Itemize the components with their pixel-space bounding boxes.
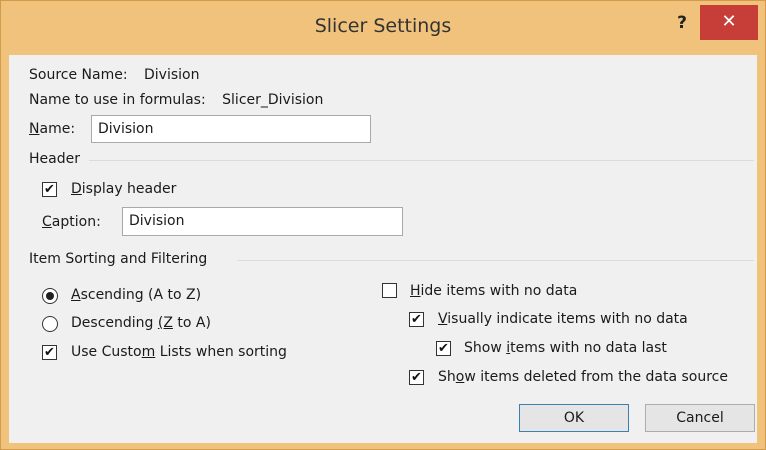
show-last-label: Show items with no data last (464, 340, 667, 356)
help-button[interactable]: ? (668, 11, 696, 35)
dialog-title: Slicer Settings (314, 15, 452, 37)
show-deleted-label: Show items deleted from the data source (438, 369, 728, 385)
ok-button[interactable]: OK (519, 404, 629, 432)
formula-name-row: Name to use in formulas: Slicer_Division (29, 92, 323, 108)
custom-lists-checkbox[interactable]: ✔ (42, 345, 57, 360)
ascending-label: Ascending (A to Z) (71, 287, 202, 303)
display-header-label: Display header (71, 181, 177, 197)
ascending-radio[interactable] (42, 288, 58, 304)
slicer-settings-dialog: Slicer Settings ? ✕ Source Name: Divisio… (0, 0, 766, 450)
header-divider (89, 160, 754, 161)
close-button[interactable]: ✕ (700, 5, 758, 40)
descending-radio[interactable] (42, 316, 58, 332)
formula-name-value: Slicer_Division (222, 92, 324, 108)
descending-label: Descending (Z to A) (71, 315, 211, 331)
formula-name-label: Name to use in formulas: (29, 92, 206, 108)
visually-indicate-checkbox[interactable]: ✔ (409, 312, 424, 327)
custom-lists-label: Use Custom Lists when sorting (71, 344, 287, 360)
cancel-button[interactable]: Cancel (645, 404, 755, 432)
caption-label: Caption: (42, 214, 101, 230)
source-name-label: Source Name: (29, 67, 128, 83)
name-input[interactable]: Division (91, 115, 371, 143)
close-icon: ✕ (721, 11, 737, 32)
hide-no-data-checkbox[interactable] (382, 283, 397, 298)
source-name-row: Source Name: Division (29, 67, 199, 83)
display-header-checkbox[interactable]: ✔ (42, 182, 57, 197)
name-label: Name: (29, 121, 76, 137)
dialog-body: Source Name: Division Name to use in for… (9, 55, 757, 443)
radio-selected-dot (46, 292, 54, 300)
source-name-value: Division (144, 67, 200, 83)
title-bar[interactable]: Slicer Settings ? ✕ (1, 1, 765, 53)
hide-no-data-label: Hide items with no data (410, 283, 578, 299)
sorting-divider (237, 260, 754, 261)
header-section-label: Header (29, 151, 80, 167)
show-last-checkbox[interactable]: ✔ (436, 341, 451, 356)
visually-indicate-label: Visually indicate items with no data (438, 311, 688, 327)
caption-input[interactable]: Division (122, 207, 403, 236)
show-deleted-checkbox[interactable]: ✔ (409, 370, 424, 385)
sorting-section-label: Item Sorting and Filtering (29, 251, 208, 267)
